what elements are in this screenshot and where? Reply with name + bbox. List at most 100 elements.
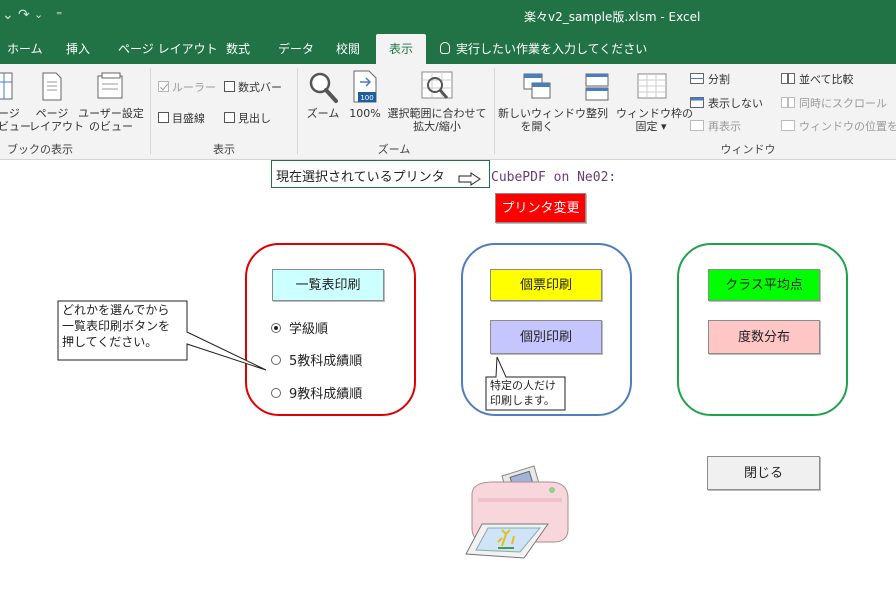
unhide-label: 再表示 <box>708 120 741 133</box>
checkbox-icon <box>158 81 169 92</box>
tab-page-layout[interactable]: ページ レイアウト <box>118 34 218 64</box>
sort-option-9-subjects[interactable]: 9教科成績順 <box>271 383 362 402</box>
frequency-distribution-button[interactable]: 度数分布 <box>708 320 820 354</box>
callout-line: 押してください。 <box>62 335 158 349</box>
redo-dropdown-icon[interactable]: ⌄ <box>34 8 43 21</box>
zoom-selection-label-1: 選択範囲に合わせて <box>387 107 487 120</box>
close-button[interactable]: 閉じる <box>707 456 820 490</box>
freeze-panes-icon <box>637 73 667 99</box>
checkbox-icon <box>224 112 235 123</box>
tell-me-text: 実行したい作業を入力してください <box>456 42 648 56</box>
page-break-preview-button[interactable]: ージ ビュー <box>0 107 31 133</box>
custom-views-icon <box>97 72 123 99</box>
view-side-by-side-button[interactable]: 並べて比較 <box>781 73 854 86</box>
callout-line: 特定の人だけ <box>490 379 556 392</box>
zoom-group-label: ズーム <box>377 143 411 156</box>
new-window-button[interactable]: 新しいウィンドウ を開く <box>498 107 586 133</box>
title-bar: ⌄ ↷ ⌄ ⁼ 楽々v2_sample版.xlsm - Excel <box>0 0 896 34</box>
page-break-preview-icon <box>0 72 13 100</box>
redo-icon[interactable]: ↷ <box>18 7 30 23</box>
page-layout-label-2: レイアウト <box>29 120 84 133</box>
customize-quick-access-icon[interactable]: ⁼ <box>56 8 62 22</box>
page-break-label-2: ビュー <box>0 120 31 133</box>
lightbulb-icon <box>440 42 450 54</box>
radio-selected-icon <box>271 323 281 333</box>
reset-position-label: ウィンドウの位置を元 <box>799 120 896 133</box>
list-print-callout: どれかを選んでから 一覧表印刷ボタンを 押してください。 <box>62 302 170 350</box>
printer-illustration-icon <box>465 465 569 559</box>
tab-data[interactable]: データ <box>278 34 314 64</box>
window-group-label: ウィンドウ <box>720 143 776 156</box>
new-window-label-1: 新しいウィンドウ <box>498 107 586 120</box>
gridlines-label: 目盛線 <box>172 112 205 125</box>
split-button[interactable]: 分割 <box>690 73 730 86</box>
synchronous-scrolling-button[interactable]: 同時にスクロール <box>781 97 887 110</box>
split-icon <box>690 73 704 84</box>
headings-checkbox[interactable]: 見出し <box>224 112 271 125</box>
callout-line: どれかを選んでから <box>62 303 170 317</box>
tab-view[interactable]: 表示 <box>376 34 426 64</box>
printer-name: CubePDF on Ne02: <box>491 170 617 185</box>
tab-formulas[interactable]: 数式 <box>226 34 250 64</box>
freeze-panes-label-1: ウィンドウ枠の <box>616 107 693 120</box>
radio-icon <box>271 355 281 365</box>
ribbon-separator <box>150 68 151 154</box>
freeze-panes-label-2: 固定 ▾ <box>635 120 667 133</box>
tab-review[interactable]: 校閲 <box>336 34 360 64</box>
sort-option-label: 学級順 <box>289 322 329 337</box>
ribbon-separator <box>297 68 298 154</box>
hide-label: 表示しない <box>708 97 763 110</box>
checkbox-icon <box>224 81 235 92</box>
page-layout-button[interactable]: ページ レイアウト <box>29 107 84 133</box>
hide-window-icon <box>690 97 704 108</box>
radio-icon <box>271 388 281 398</box>
unhide-window-button[interactable]: 再表示 <box>690 120 741 133</box>
slip-print-button[interactable]: 個票印刷 <box>490 269 602 301</box>
hide-window-button[interactable]: 表示しない <box>690 97 763 110</box>
ruler-label: ルーラー <box>172 81 216 94</box>
ruler-checkbox[interactable]: ルーラー <box>158 81 216 94</box>
tab-insert[interactable]: 挿入 <box>66 34 90 64</box>
new-window-icon <box>523 73 551 99</box>
zoom-100-button[interactable]: 100% <box>346 107 384 120</box>
callout-line: 一覧表印刷ボタンを <box>62 319 171 333</box>
custom-views-button[interactable]: ユーザー設定 のビュー <box>76 107 146 133</box>
callout-line: 印刷します。 <box>490 394 555 407</box>
sort-option-label: 9教科成績順 <box>289 387 363 402</box>
freeze-panes-dropdown[interactable]: ウィンドウ枠の 固定 ▾ <box>616 107 693 133</box>
tell-me-search[interactable]: 実行したい作業を入力してください <box>440 34 647 64</box>
ribbon-tabs: ホーム 挿入 ページ レイアウト 数式 データ 校閲 表示 実行したい作業を入力… <box>0 34 896 64</box>
arrange-all-button[interactable]: 整列 <box>580 107 614 120</box>
sort-option-5-subjects[interactable]: 5教科成績順 <box>271 350 362 369</box>
undo-dropdown-icon[interactable]: ⌄ <box>2 7 14 23</box>
sort-option-label: 5教科成績順 <box>289 354 363 369</box>
formula-bar-checkbox[interactable]: 数式バー <box>224 81 282 94</box>
zoom-selection-label-2: 拡大/縮小 <box>413 120 461 133</box>
class-average-button[interactable]: クラス平均点 <box>708 269 820 301</box>
reset-position-icon <box>781 120 795 131</box>
zoom-button[interactable]: ズーム <box>304 107 342 120</box>
arrow-right-icon <box>458 172 481 186</box>
sort-option-class[interactable]: 学級順 <box>271 318 328 337</box>
individual-print-button[interactable]: 個別印刷 <box>490 320 602 354</box>
side-by-side-label: 並べて比較 <box>799 73 854 86</box>
ribbon-separator <box>494 68 495 154</box>
custom-views-label-1: ユーザー設定 <box>78 107 144 120</box>
formula-bar-label: 数式バー <box>238 81 282 94</box>
headings-label: 見出し <box>238 112 271 125</box>
zoom-to-selection-icon <box>421 71 453 99</box>
list-print-button[interactable]: 一覧表印刷 <box>272 269 384 301</box>
reset-window-position-button[interactable]: ウィンドウの位置を元 <box>781 120 896 133</box>
zoom-to-selection-button[interactable]: 選択範囲に合わせて 拡大/縮小 <box>385 107 489 133</box>
change-printer-button[interactable]: プリンタ変更 <box>495 193 586 223</box>
checkbox-icon <box>158 112 169 123</box>
unhide-window-icon <box>690 120 704 131</box>
page-layout-icon <box>42 72 62 101</box>
workbook-views-group-label: ブックの表示 <box>7 143 73 156</box>
gridlines-checkbox[interactable]: 目盛線 <box>158 112 205 125</box>
page-break-label-1: ージ <box>0 107 20 120</box>
page-layout-label-1: ページ <box>35 107 69 120</box>
arrange-all-icon <box>585 73 609 101</box>
tab-home[interactable]: ホーム <box>7 34 43 64</box>
sync-scroll-icon <box>781 97 795 108</box>
